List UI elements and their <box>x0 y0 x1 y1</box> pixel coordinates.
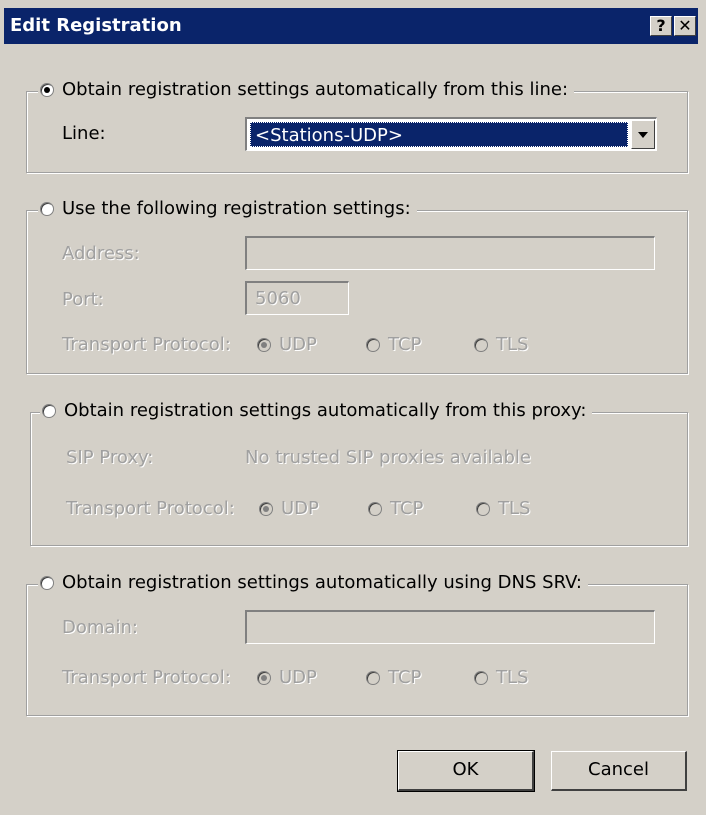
protocol-tcp-label: TCP <box>388 334 422 355</box>
protocol-tls-radio[interactable] <box>476 501 490 516</box>
protocol-tcp-label: TCP <box>390 498 424 519</box>
protocol-tcp-option[interactable]: TCP <box>368 498 423 519</box>
protocol-tls-label: TLS <box>496 334 529 355</box>
dialog-title: Edit Registration <box>10 15 182 36</box>
address-field[interactable] <box>245 236 655 270</box>
protocol-tls-option[interactable]: TLS <box>476 498 530 519</box>
cancel-button[interactable]: Cancel <box>551 751 687 791</box>
line-select[interactable]: <Stations-UDP> <box>245 117 657 151</box>
protocol-tls-label: TLS <box>496 667 529 688</box>
domain-label: Domain: <box>62 617 138 638</box>
port-label: Port: <box>62 289 104 310</box>
protocol-udp-label: UDP <box>279 667 317 688</box>
protocol-tls-radio[interactable] <box>474 337 488 352</box>
protocol-tcp-option[interactable]: TCP <box>366 334 421 355</box>
chevron-down-icon[interactable] <box>631 120 655 149</box>
protocol-tls-radio[interactable] <box>474 670 488 685</box>
address-label: Address: <box>62 243 140 264</box>
protocol-udp-label: UDP <box>281 498 319 519</box>
protocol-tcp-label: TCP <box>388 667 422 688</box>
port-value: 5060 <box>255 288 301 309</box>
sip-proxy-label: SIP Proxy: <box>66 447 154 468</box>
transport-label: Transport Protocol: <box>62 667 231 688</box>
protocol-tls-option[interactable]: TLS <box>474 334 528 355</box>
title-bar: Edit Registration ? ✕ <box>4 8 698 44</box>
dns-option[interactable]: Obtain registration settings automatical… <box>38 572 588 593</box>
protocol-tls-label: TLS <box>498 498 531 519</box>
port-field[interactable]: 5060 <box>245 281 349 315</box>
protocol-tls-option[interactable]: TLS <box>474 667 528 688</box>
proxy-option[interactable]: Obtain registration settings automatical… <box>40 400 593 421</box>
dns-option-radio[interactable] <box>40 575 54 590</box>
line-label: Line: <box>62 123 106 144</box>
protocol-udp-option[interactable]: UDP <box>257 667 317 688</box>
protocol-udp-radio[interactable] <box>259 501 273 516</box>
help-button[interactable]: ? <box>650 16 672 36</box>
dns-option-label: Obtain registration settings automatical… <box>62 572 582 593</box>
protocol-udp-option[interactable]: UDP <box>259 498 319 519</box>
line-select-value: <Stations-UDP> <box>250 122 628 147</box>
dns-settings-group <box>26 584 688 716</box>
proxy-option-radio[interactable] <box>42 403 56 418</box>
protocol-tcp-radio[interactable] <box>366 337 380 352</box>
protocol-tcp-option[interactable]: TCP <box>366 667 421 688</box>
close-button[interactable]: ✕ <box>674 16 696 36</box>
transport-label: Transport Protocol: <box>66 498 235 519</box>
manual-option-radio[interactable] <box>40 201 54 216</box>
proxy-option-label: Obtain registration settings automatical… <box>64 400 587 421</box>
ok-button[interactable]: OK <box>397 750 535 792</box>
protocol-udp-radio[interactable] <box>257 337 271 352</box>
manual-option[interactable]: Use the following registration settings: <box>38 198 417 219</box>
sip-proxy-value: No trusted SIP proxies available <box>245 447 531 468</box>
protocol-tcp-radio[interactable] <box>366 670 380 685</box>
domain-field[interactable] <box>245 610 655 644</box>
line-option-label: Obtain registration settings automatical… <box>62 79 569 100</box>
protocol-tcp-radio[interactable] <box>368 501 382 516</box>
manual-option-label: Use the following registration settings: <box>62 198 411 219</box>
transport-label: Transport Protocol: <box>62 334 231 355</box>
edit-registration-dialog: Edit Registration ? ✕ Obtain registratio… <box>0 0 706 815</box>
line-option-radio[interactable] <box>40 82 54 97</box>
protocol-udp-radio[interactable] <box>257 670 271 685</box>
proxy-settings-group <box>30 412 688 546</box>
protocol-udp-label: UDP <box>279 334 317 355</box>
protocol-udp-option[interactable]: UDP <box>257 334 317 355</box>
line-option[interactable]: Obtain registration settings automatical… <box>38 79 575 100</box>
